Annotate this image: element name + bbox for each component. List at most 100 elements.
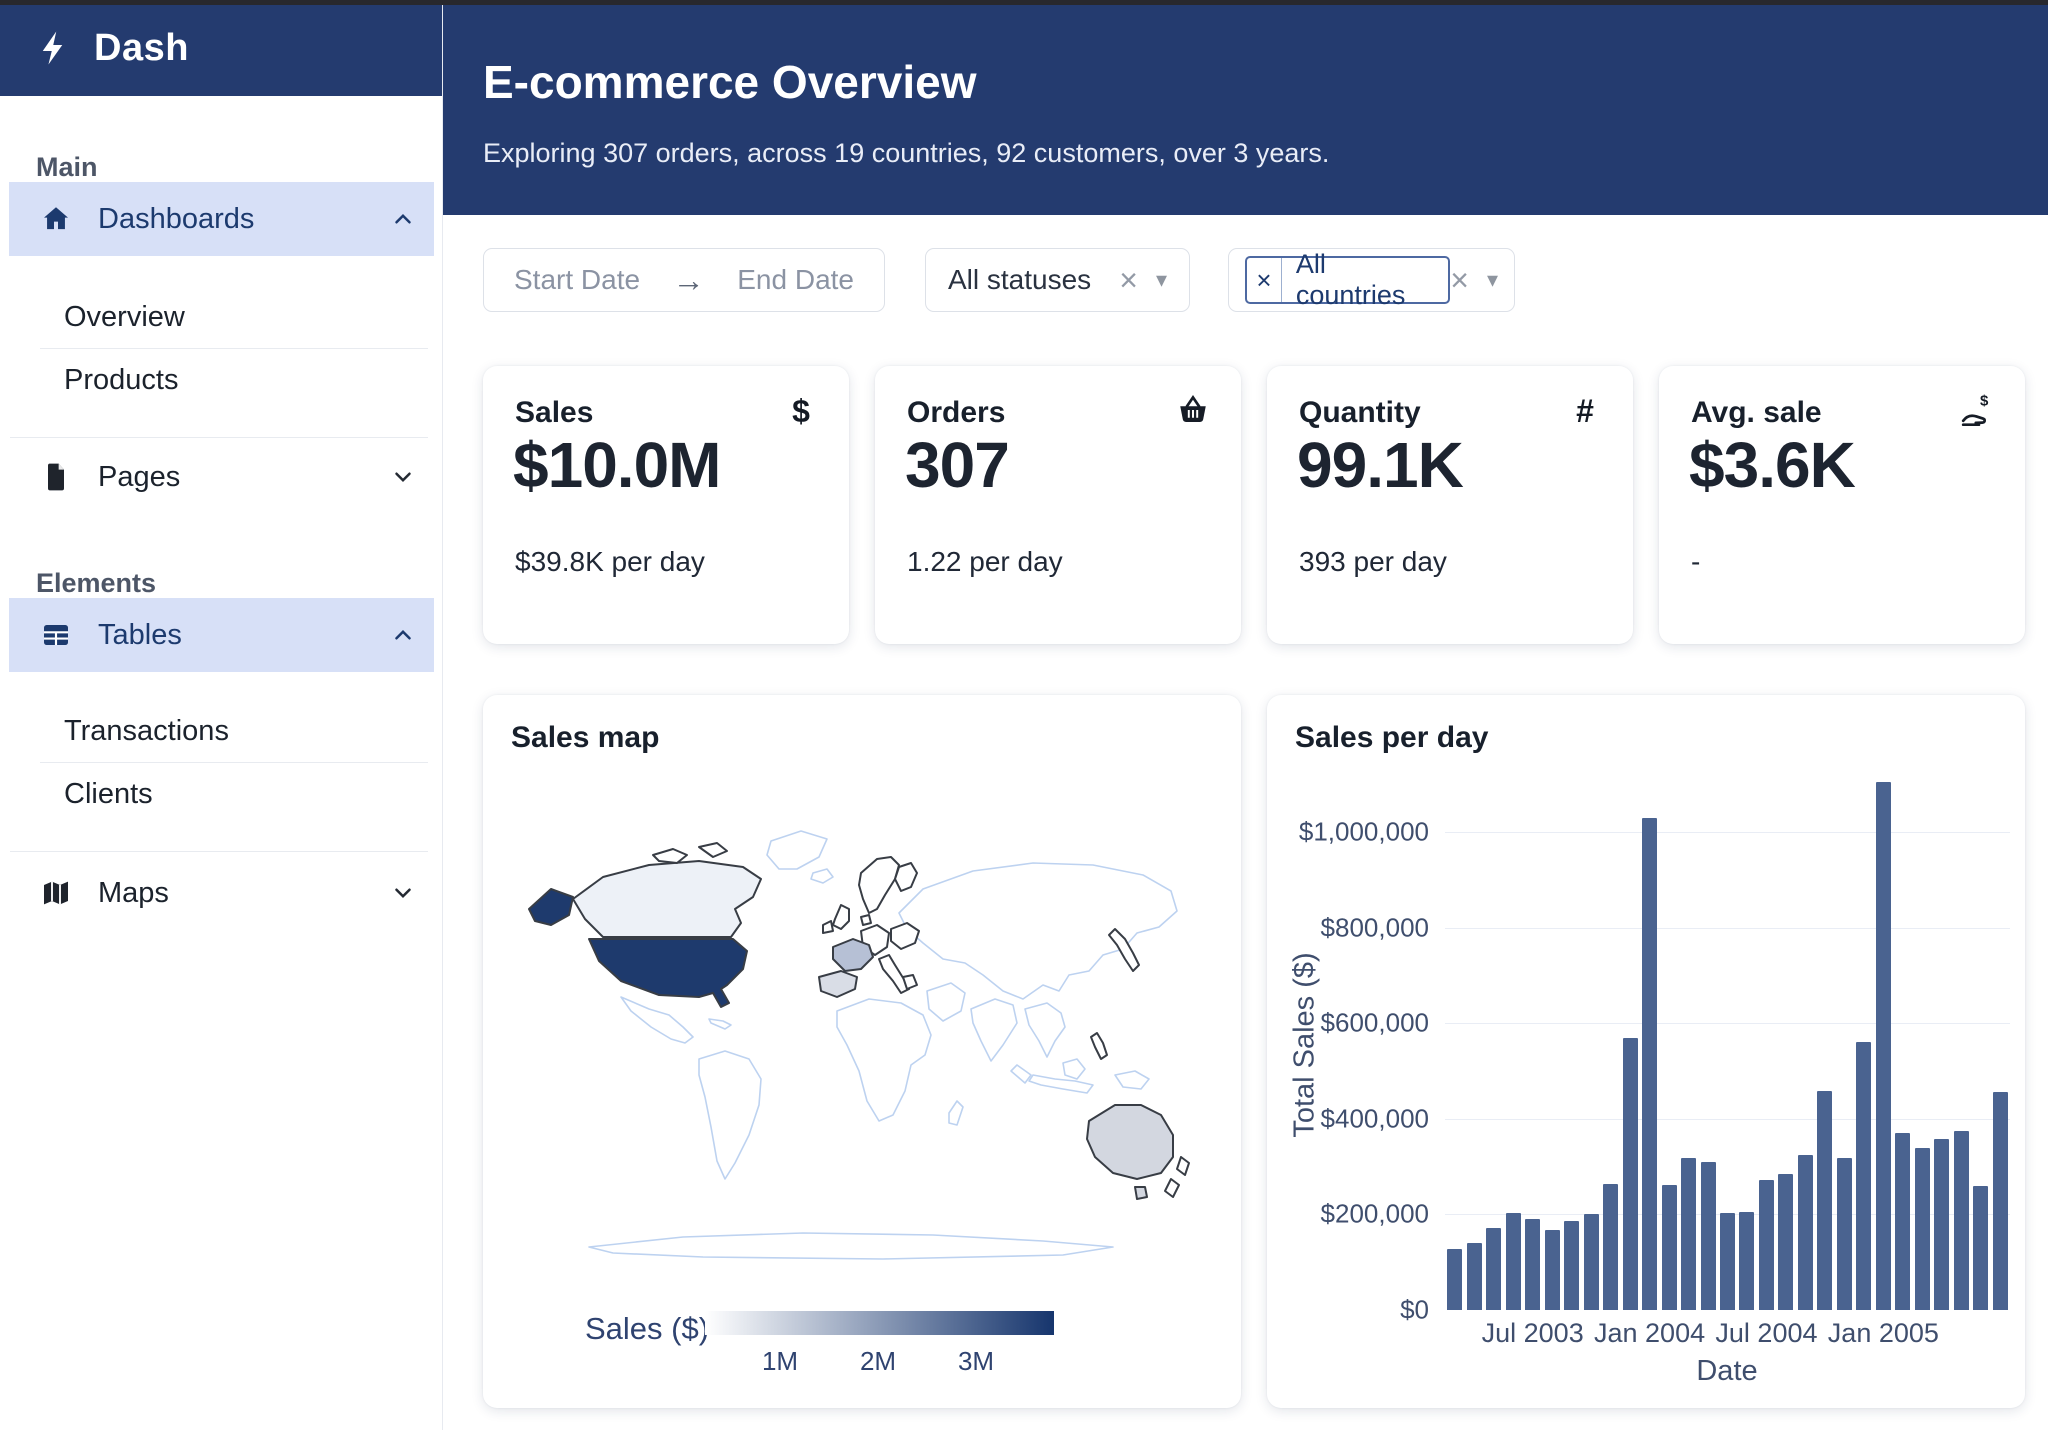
bar-2004-09[interactable] (1798, 1155, 1813, 1310)
bar-2004-05[interactable] (1720, 1213, 1735, 1311)
y-gridline (1445, 832, 2010, 833)
sidebar-item-label: Tables (98, 619, 182, 652)
bar-2004-06[interactable] (1739, 1212, 1754, 1310)
country-madagascar (949, 1101, 963, 1125)
sidebar-item-label: Pages (98, 461, 180, 494)
y-tick-label: $1,000,000 (1299, 817, 1429, 848)
bar-2003-05[interactable] (1486, 1228, 1501, 1310)
bar-2004-01[interactable] (1642, 818, 1657, 1310)
island-borneo (1063, 1059, 1085, 1079)
country-cuba (709, 1019, 731, 1029)
state-alaska (529, 889, 573, 925)
country-australia (1087, 1105, 1173, 1179)
country-chip: × All countries (1245, 256, 1450, 304)
lightning-icon (36, 30, 72, 66)
page-icon (40, 461, 72, 493)
sidebar-item-label: Transactions (64, 715, 229, 748)
bar-2004-11[interactable] (1837, 1158, 1852, 1310)
bar-2003-12[interactable] (1623, 1038, 1638, 1310)
bar-2004-12[interactable] (1856, 1042, 1871, 1310)
sales-per-day-plot[interactable]: $0$200,000$400,000$600,000$800,000$1,000… (1445, 780, 2010, 1310)
arctic-islands (699, 843, 727, 857)
region-scandinavia (859, 857, 899, 913)
bar-2003-04[interactable] (1467, 1243, 1482, 1310)
country-denmark (861, 915, 871, 925)
date-range-picker[interactable]: Start Date → End Date (483, 248, 885, 312)
y-gridline (1445, 928, 2010, 929)
clear-icon[interactable]: × (1450, 264, 1469, 296)
bar-2004-07[interactable] (1759, 1180, 1774, 1310)
map-icon (40, 877, 72, 909)
country-india (971, 999, 1017, 1061)
island-tasmania (1135, 1187, 1147, 1199)
kpi-subtext: - (1691, 546, 1700, 578)
bar-2003-09[interactable] (1564, 1221, 1579, 1310)
country-finland (895, 863, 917, 891)
bar-2004-10[interactable] (1817, 1091, 1832, 1310)
bar-2003-08[interactable] (1545, 1230, 1560, 1310)
bar-2003-06[interactable] (1506, 1213, 1521, 1310)
sidebar: Dash Main Dashboards Overview Products P… (0, 0, 443, 1430)
app-logo[interactable]: Dash (0, 0, 442, 96)
caret-down-icon[interactable]: ▾ (1156, 267, 1167, 293)
bar-2005-04[interactable] (1934, 1139, 1949, 1310)
sidebar-item-dashboards[interactable]: Dashboards (9, 182, 434, 256)
window-top-edge (0, 0, 2048, 5)
table-icon (40, 619, 72, 651)
continent-africa (837, 999, 931, 1121)
sidebar-item-clients[interactable]: Clients (0, 763, 442, 825)
start-date-input[interactable]: Start Date (514, 264, 640, 296)
sidebar-heading-elements: Elements (0, 568, 442, 598)
dollar-icon: $ (783, 392, 819, 428)
bar-2004-08[interactable] (1778, 1174, 1793, 1310)
bar-2005-05[interactable] (1954, 1131, 1969, 1310)
status-dropdown-value: All statuses (948, 264, 1091, 296)
sidebar-item-pages[interactable]: Pages (0, 440, 442, 514)
bar-2005-03[interactable] (1915, 1148, 1930, 1310)
kpi-value: $3.6K (1689, 428, 1855, 502)
y-tick-label: $0 (1400, 1295, 1429, 1326)
bar-2005-06[interactable] (1973, 1186, 1988, 1310)
x-axis-title: Date (1696, 1355, 1757, 1388)
sidebar-item-label: Maps (98, 877, 169, 910)
bar-2003-03[interactable] (1447, 1249, 1462, 1310)
sidebar-item-products[interactable]: Products (0, 349, 442, 411)
sidebar-item-overview[interactable]: Overview (0, 286, 442, 348)
sidebar-item-maps[interactable]: Maps (0, 856, 442, 930)
end-date-input[interactable]: End Date (737, 264, 854, 296)
divider (10, 437, 428, 438)
island-new-guinea (1115, 1071, 1149, 1089)
bar-2004-03[interactable] (1681, 1158, 1696, 1310)
bar-2003-11[interactable] (1603, 1184, 1618, 1310)
island-sumatra (1011, 1065, 1031, 1083)
x-tick-label: Jul 2003 (1482, 1318, 1584, 1349)
page-header: E-commerce Overview Exploring 307 orders… (442, 0, 2048, 215)
country-dropdown[interactable]: × All countries × ▾ (1228, 248, 1515, 312)
colorbar-tick: 1M (762, 1346, 798, 1377)
bar-2003-10[interactable] (1584, 1214, 1599, 1310)
bar-2005-02[interactable] (1895, 1133, 1910, 1310)
x-tick-label: Jan 2005 (1828, 1318, 1939, 1349)
bar-2004-04[interactable] (1701, 1162, 1716, 1310)
clear-icon[interactable]: × (1119, 264, 1138, 296)
world-choropleth-map[interactable] (503, 813, 1219, 1273)
kpi-value: $10.0M (513, 428, 720, 502)
country-indonesia (1029, 1075, 1093, 1093)
kpi-value: 307 (905, 428, 1009, 502)
status-dropdown[interactable]: All statuses × ▾ (925, 248, 1190, 312)
region-southeast-asia (1025, 1003, 1065, 1057)
bar-2005-07[interactable] (1993, 1092, 2008, 1310)
caret-down-icon[interactable]: ▾ (1487, 267, 1498, 293)
sidebar-item-transactions[interactable]: Transactions (0, 700, 442, 762)
country-uk (833, 905, 849, 929)
chip-remove-icon[interactable]: × (1247, 258, 1282, 302)
sidebar-item-tables[interactable]: Tables (9, 598, 434, 672)
bar-2004-02[interactable] (1662, 1185, 1677, 1310)
kpi-label: Sales (515, 396, 593, 430)
bar-2003-07[interactable] (1525, 1219, 1540, 1310)
kpi-card-avg-sale: Avg. sale $ $3.6K - (1659, 366, 2025, 644)
bar-2005-01[interactable] (1876, 782, 1891, 1310)
main-content: Start Date → End Date All statuses × ▾ ×… (442, 215, 2048, 1430)
chevron-up-icon (390, 206, 416, 232)
y-tick-label: $400,000 (1321, 1103, 1429, 1134)
